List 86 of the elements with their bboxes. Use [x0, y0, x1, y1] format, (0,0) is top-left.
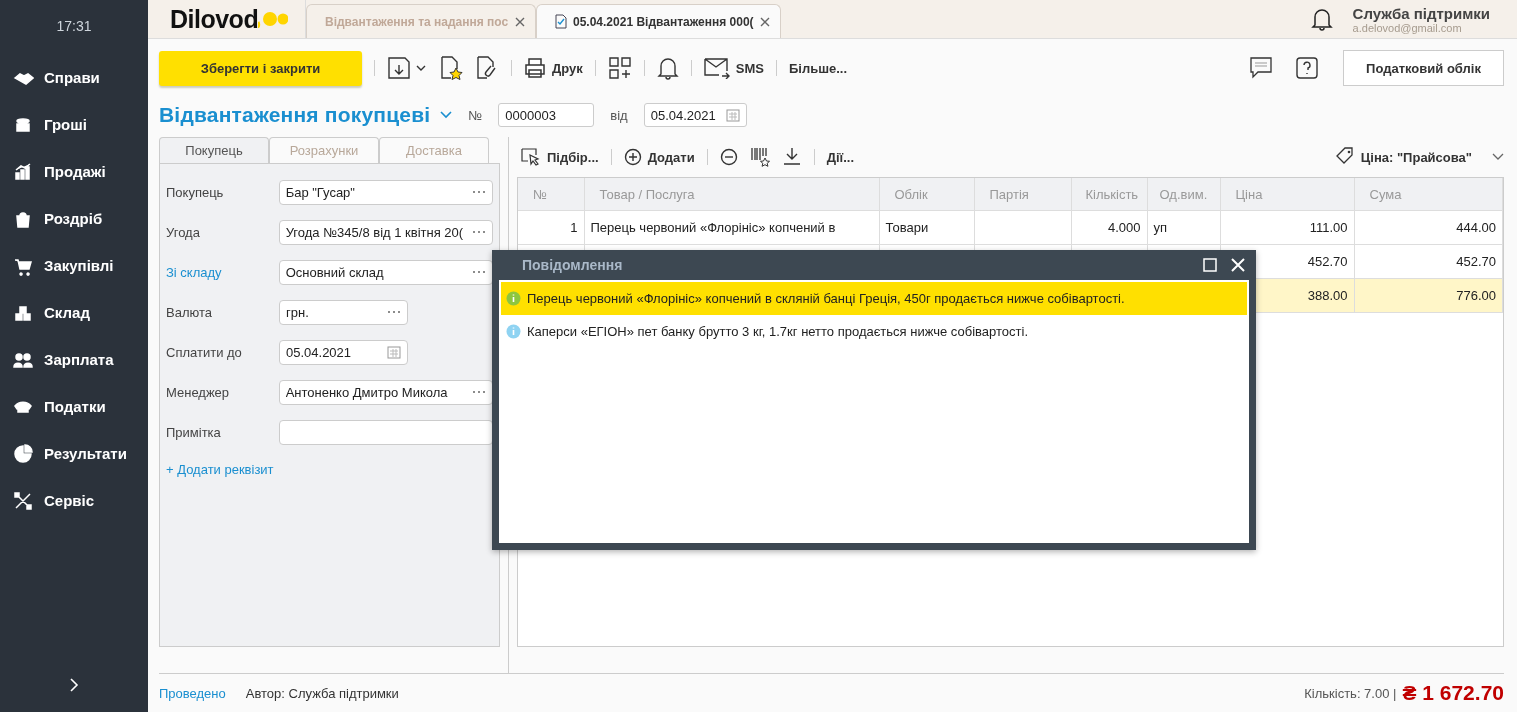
input-field[interactable] — [278, 419, 493, 445]
table-cell: 452.70 — [1307, 254, 1348, 269]
sidebar-item[interactable]: Склад — [0, 289, 148, 336]
printer-icon — [524, 57, 546, 79]
close-icon[interactable] — [760, 16, 770, 27]
table-cell: 1 — [570, 220, 578, 235]
user-name: Служба підтримки — [1352, 4, 1490, 22]
input-field[interactable]: Угода №345/8 від 1 квітня 20( — [278, 219, 493, 245]
field-label: Валюта — [166, 304, 213, 320]
input-field[interactable]: Основний склад — [278, 259, 493, 285]
document-icon — [555, 14, 567, 29]
document-tab[interactable]: 05.04.2021 Відвантаження 000( — [536, 4, 781, 38]
input-field[interactable]: Бар "Гусар" — [278, 179, 493, 205]
cursor-icon — [521, 148, 541, 166]
table-cell: уп — [1153, 220, 1168, 235]
user-email: a.delovod@gmail.com — [1352, 21, 1462, 34]
author-text: Автор: Служба підтримки — [245, 685, 399, 701]
dialog-title: Повідомлення — [522, 257, 623, 273]
minus-circle-icon[interactable] — [719, 148, 738, 166]
pie-chart-icon — [12, 443, 34, 464]
table-cell: 444.00 — [1456, 220, 1496, 235]
input-field[interactable]: Антоненко Дмитро Микола — [278, 379, 493, 405]
help-icon[interactable] — [1295, 56, 1319, 80]
chevron-icon[interactable] — [69, 678, 79, 692]
add-button[interactable]: Додати — [623, 148, 695, 166]
more-button[interactable]: Більше... — [788, 60, 848, 76]
sidebar-item[interactable]: Сервіс — [0, 477, 148, 524]
calendar-icon — [387, 345, 401, 359]
bell-icon[interactable] — [656, 56, 679, 80]
sidebar-item[interactable]: Справи — [0, 54, 148, 101]
sidebar-item[interactable]: Гроші — [0, 101, 148, 148]
save-icon[interactable] — [387, 56, 427, 80]
chevron-down-icon[interactable] — [440, 111, 453, 119]
table-cell: 4.000 — [1107, 220, 1141, 235]
tax-accounting-button[interactable]: Податковий облік — [1343, 50, 1504, 86]
status-link[interactable]: Проведено — [159, 685, 226, 701]
print-button[interactable]: Друк — [524, 57, 583, 79]
field-label: Менеджер — [166, 384, 231, 400]
input-field[interactable]: грн. — [279, 299, 408, 325]
barcode-icon[interactable] — [749, 147, 770, 167]
table-cell: 452.70 — [1456, 254, 1496, 269]
comment-icon[interactable] — [1249, 56, 1273, 80]
price-type-button[interactable]: Ціна: "Прайсова" — [1334, 147, 1472, 167]
date-label: від — [610, 107, 628, 123]
grid-plus-icon[interactable] — [607, 56, 632, 80]
sidebar-item[interactable]: Податки — [0, 383, 148, 430]
quantity-text: Кількість: 7.00 | — [1304, 685, 1397, 701]
logo: Dilovod — [148, 0, 306, 38]
close-icon[interactable] — [515, 16, 525, 27]
save-close-button[interactable]: Зберегти і закрити — [159, 50, 362, 86]
form-tab[interactable]: Покупець — [159, 137, 269, 163]
actions-button[interactable]: Дії... — [826, 149, 855, 165]
message-item[interactable]: Перець червоний «Флорініс» копчений в скляній банці Греція, 450г продається нижче собівартості. — [501, 282, 1247, 315]
input-field[interactable]: 05.04.2021 — [279, 339, 408, 365]
document-title: Відвантаження покупцеві — [159, 103, 431, 127]
sidebar-item[interactable]: Продажі — [0, 148, 148, 195]
table-cell: Перець червоний «Флорініс» копчений в — [590, 220, 836, 235]
pick-button[interactable]: Підбір... — [521, 148, 599, 166]
field-label: Сплатити до — [166, 344, 243, 360]
total-amount: ₴ 1 672.70 — [1402, 681, 1504, 705]
message-item[interactable]: Каперси «ЕГІОН» пет банку брутто 3 кг, 1.7кг нетто продається нижче собівартості. — [501, 315, 1247, 348]
sidebar-item[interactable]: Зарплата — [0, 336, 148, 383]
field-label: Покупець — [166, 184, 225, 200]
table-cell: 111.00 — [1309, 220, 1348, 235]
envelope-icon — [703, 57, 730, 79]
number-field[interactable]: 0000003 — [498, 103, 595, 127]
date-field[interactable]: 05.04.2021 — [643, 103, 747, 127]
sidebar-item[interactable]: Результати — [0, 430, 148, 477]
tools-icon — [12, 490, 34, 511]
download-icon[interactable] — [781, 147, 802, 167]
field-label: Угода — [166, 224, 201, 240]
bell-icon[interactable] — [1310, 7, 1333, 31]
number-label: № — [468, 107, 483, 123]
plus-circle-icon — [623, 148, 642, 166]
table-cell: 776.00 — [1456, 288, 1496, 303]
chevron-down-icon[interactable] — [1492, 153, 1504, 161]
calendar-icon — [725, 108, 740, 122]
table-cell: Товари — [885, 220, 929, 235]
table-cell: 388.00 — [1307, 288, 1348, 303]
clock-time: 17:31 — [55, 17, 93, 36]
field-label: Примітка — [166, 424, 222, 440]
document-star-icon[interactable] — [439, 55, 463, 81]
sidebar-item[interactable]: Роздріб — [0, 195, 148, 242]
maximize-icon[interactable] — [1203, 258, 1217, 272]
sms-button[interactable]: SMS — [703, 57, 764, 79]
sidebar-item[interactable]: Закупівлі — [0, 242, 148, 289]
